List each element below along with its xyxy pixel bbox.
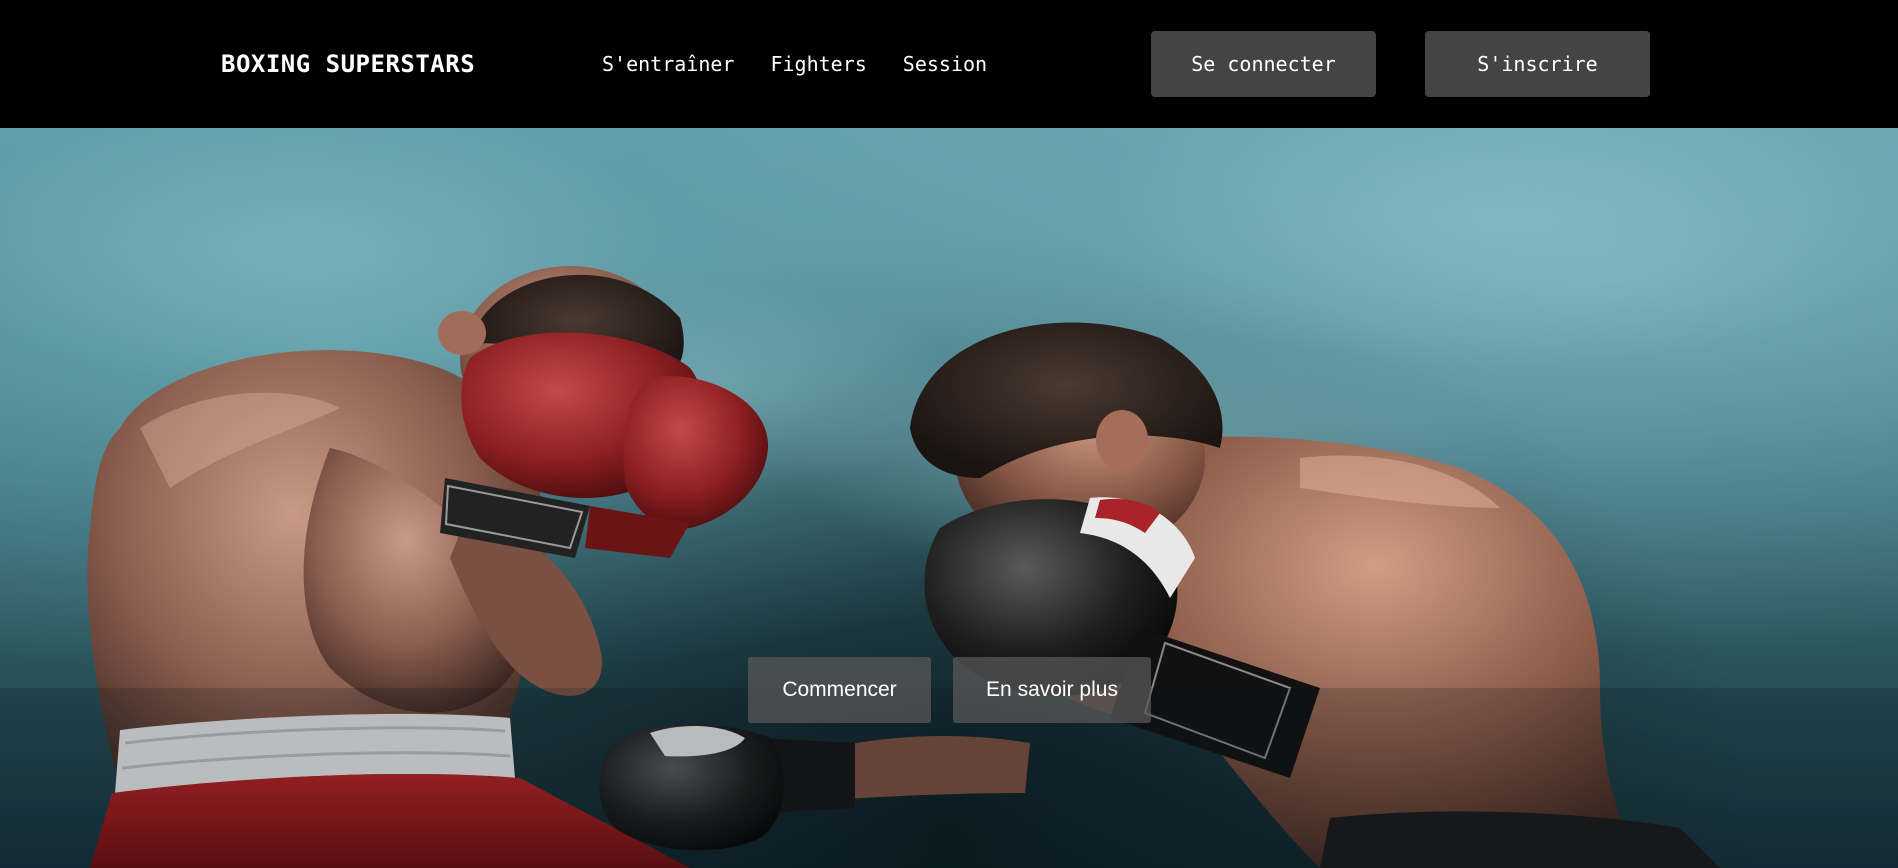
nav-link-session[interactable]: Session — [903, 50, 987, 78]
site-logo[interactable]: BOXING SUPERSTARS — [221, 49, 475, 79]
hero-section: Commencer En savoir plus — [0, 128, 1898, 868]
learn-more-button[interactable]: En savoir plus — [953, 657, 1151, 723]
main-nav: S'entraîner Fighters Session — [602, 50, 987, 78]
nav-link-train[interactable]: S'entraîner — [602, 50, 734, 78]
login-button[interactable]: Se connecter — [1151, 31, 1376, 97]
signup-button[interactable]: S'inscrire — [1425, 31, 1650, 97]
nav-link-fighters[interactable]: Fighters — [770, 50, 866, 78]
top-navbar: BOXING SUPERSTARS S'entraîner Fighters S… — [0, 0, 1898, 128]
hero-boxers-image — [0, 128, 1898, 868]
start-button[interactable]: Commencer — [748, 657, 931, 723]
